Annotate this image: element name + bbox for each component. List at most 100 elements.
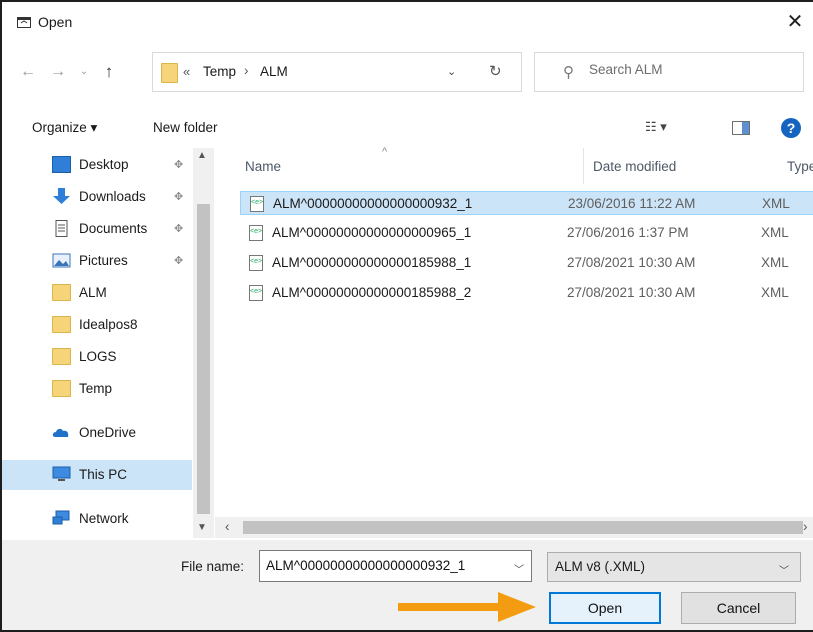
file-date: 27/06/2016 1:37 PM xyxy=(567,225,689,240)
nav-item-pictures[interactable]: Pictures ✥ xyxy=(2,246,192,276)
desktop-icon xyxy=(52,156,71,173)
nav-pane-scrollbar[interactable]: ▲ ▼ xyxy=(193,148,214,538)
nav-item-label: Temp xyxy=(79,381,113,396)
nav-item-idealpos8[interactable]: Idealpos8 xyxy=(2,310,192,340)
file-name-label: File name: xyxy=(181,559,245,574)
nav-item-alm[interactable]: ALM xyxy=(2,278,192,308)
open-button[interactable]: Open xyxy=(549,592,661,624)
up-button[interactable]: ↑ xyxy=(99,62,119,82)
pin-icon: ✥ xyxy=(174,255,184,267)
file-type: XML xyxy=(761,225,789,240)
breadcrumb-separator[interactable]: › xyxy=(244,63,249,78)
file-row[interactable]: <e> ALM^00000000000000000932_1 23/06/201… xyxy=(240,191,813,215)
search-input[interactable] xyxy=(589,62,789,77)
organize-button[interactable]: Organize ▾ xyxy=(32,120,97,136)
pin-icon: ✥ xyxy=(174,159,184,171)
file-type-select[interactable]: ALM v8 (.XML) ﹀ xyxy=(547,552,801,582)
file-date: 27/08/2021 10:30 AM xyxy=(567,285,696,300)
breadcrumb-overflow[interactable]: « xyxy=(183,64,190,79)
file-date: 23/06/2016 11:22 AM xyxy=(568,196,696,211)
toolbar: Organize ▾ New folder ☷ ▾ ? xyxy=(2,110,813,146)
nav-item-temp[interactable]: Temp xyxy=(2,374,192,404)
nav-item-label: Pictures xyxy=(79,253,128,268)
onedrive-icon xyxy=(52,428,69,437)
file-row[interactable]: <e> ALM^00000000000000000965_1 27/06/201… xyxy=(240,221,813,245)
folder-icon xyxy=(52,316,71,333)
preview-pane-button[interactable] xyxy=(732,121,750,135)
folder-icon xyxy=(52,380,71,397)
search-box[interactable]: ⚲ xyxy=(534,52,804,92)
back-button[interactable]: ← xyxy=(18,62,38,82)
file-type: XML xyxy=(762,196,790,211)
help-button[interactable]: ? xyxy=(781,118,801,138)
dialog-footer: File name: ﹀ ALM v8 (.XML) ﹀ Open Cancel xyxy=(2,540,813,630)
file-name-combobox[interactable]: ﹀ xyxy=(259,550,532,582)
sort-ascending-icon: ^ xyxy=(382,146,388,158)
xml-file-icon: <e> xyxy=(250,196,264,212)
xml-file-icon: <e> xyxy=(249,225,263,241)
change-view-button[interactable]: ☷ ▾ xyxy=(645,119,667,135)
column-header-date-modified[interactable]: Date modified xyxy=(593,159,676,174)
title-bar: Open ✕ xyxy=(2,2,813,42)
chevron-down-icon[interactable]: ﹀ xyxy=(779,562,789,577)
scroll-left-arrow-icon[interactable]: ‹ xyxy=(225,519,230,534)
window-title: Open xyxy=(38,14,73,30)
scrollbar-thumb[interactable] xyxy=(243,521,803,534)
file-name: ALM^00000000000000185988_1 xyxy=(272,255,472,270)
column-header: ^ Name Date modified Type xyxy=(215,146,813,184)
breadcrumb-temp[interactable]: Temp xyxy=(203,64,236,79)
column-header-type[interactable]: Type xyxy=(787,159,813,174)
file-row[interactable]: <e> ALM^00000000000000185988_2 27/08/202… xyxy=(240,281,813,305)
breadcrumb-alm[interactable]: ALM xyxy=(260,64,288,79)
cancel-button[interactable]: Cancel xyxy=(681,592,796,624)
nav-item-label: Idealpos8 xyxy=(79,317,138,332)
nav-item-label: Documents xyxy=(79,221,148,236)
file-date: 27/08/2021 10:30 AM xyxy=(567,255,696,270)
new-folder-button[interactable]: New folder xyxy=(153,120,218,135)
nav-item-network[interactable]: Network xyxy=(2,504,192,534)
column-divider[interactable] xyxy=(583,148,584,184)
scrollbar-thumb[interactable] xyxy=(197,204,210,514)
nav-item-logs[interactable]: LOGS xyxy=(2,342,192,372)
navigation-pane: Desktop ✥ Downloads ✥ Documents ✥ Pictur… xyxy=(2,148,214,538)
folder-icon xyxy=(52,284,71,301)
close-button[interactable]: ✕ xyxy=(777,6,813,38)
folder-icon xyxy=(161,63,178,83)
file-name-input[interactable] xyxy=(266,558,506,573)
pin-icon: ✥ xyxy=(174,191,184,203)
pin-icon: ✥ xyxy=(174,223,184,235)
address-dropdown-button[interactable]: ⌄ xyxy=(447,65,456,78)
file-list-horizontal-scrollbar[interactable]: ‹ › xyxy=(215,517,813,538)
downloads-icon xyxy=(53,188,70,204)
search-icon: ⚲ xyxy=(563,64,574,81)
refresh-button[interactable]: ↻ xyxy=(489,62,502,80)
file-row[interactable]: <e> ALM^00000000000000185988_1 27/08/202… xyxy=(240,251,813,275)
pictures-icon xyxy=(52,253,71,268)
scroll-right-arrow-icon[interactable]: › xyxy=(803,519,808,534)
network-icon xyxy=(52,510,70,525)
nav-item-desktop[interactable]: Desktop ✥ xyxy=(2,150,192,180)
open-dialog-icon xyxy=(17,17,31,28)
nav-item-documents[interactable]: Documents ✥ xyxy=(2,214,192,244)
nav-item-downloads[interactable]: Downloads ✥ xyxy=(2,182,192,212)
address-bar[interactable]: « Temp › ALM ⌄ ↻ xyxy=(152,52,522,92)
nav-item-label: Desktop xyxy=(79,157,129,172)
nav-item-label: This PC xyxy=(79,467,128,482)
scroll-down-arrow-icon[interactable]: ▼ xyxy=(197,522,207,533)
column-header-name[interactable]: Name xyxy=(245,159,281,174)
arrow-right-icon xyxy=(398,592,536,622)
nav-item-label: OneDrive xyxy=(79,425,137,440)
chevron-down-icon[interactable]: ﹀ xyxy=(514,561,524,576)
xml-file-icon: <e> xyxy=(249,255,263,271)
forward-button[interactable]: → xyxy=(48,62,68,82)
scroll-up-arrow-icon[interactable]: ▲ xyxy=(197,150,207,161)
file-list: ^ Name Date modified Type <e> ALM^000000… xyxy=(215,146,813,538)
nav-item-onedrive[interactable]: OneDrive xyxy=(2,418,192,448)
nav-item-label: Network xyxy=(79,511,129,526)
folder-icon xyxy=(52,348,71,365)
address-row: ← → ⌄ ↑ « Temp › ALM ⌄ ↻ ⚲ xyxy=(2,52,813,92)
recent-locations-button[interactable]: ⌄ xyxy=(74,62,94,82)
nav-item-this-pc[interactable]: This PC xyxy=(2,460,192,490)
file-name: ALM^00000000000000185988_2 xyxy=(272,285,472,300)
xml-file-icon: <e> xyxy=(249,285,263,301)
